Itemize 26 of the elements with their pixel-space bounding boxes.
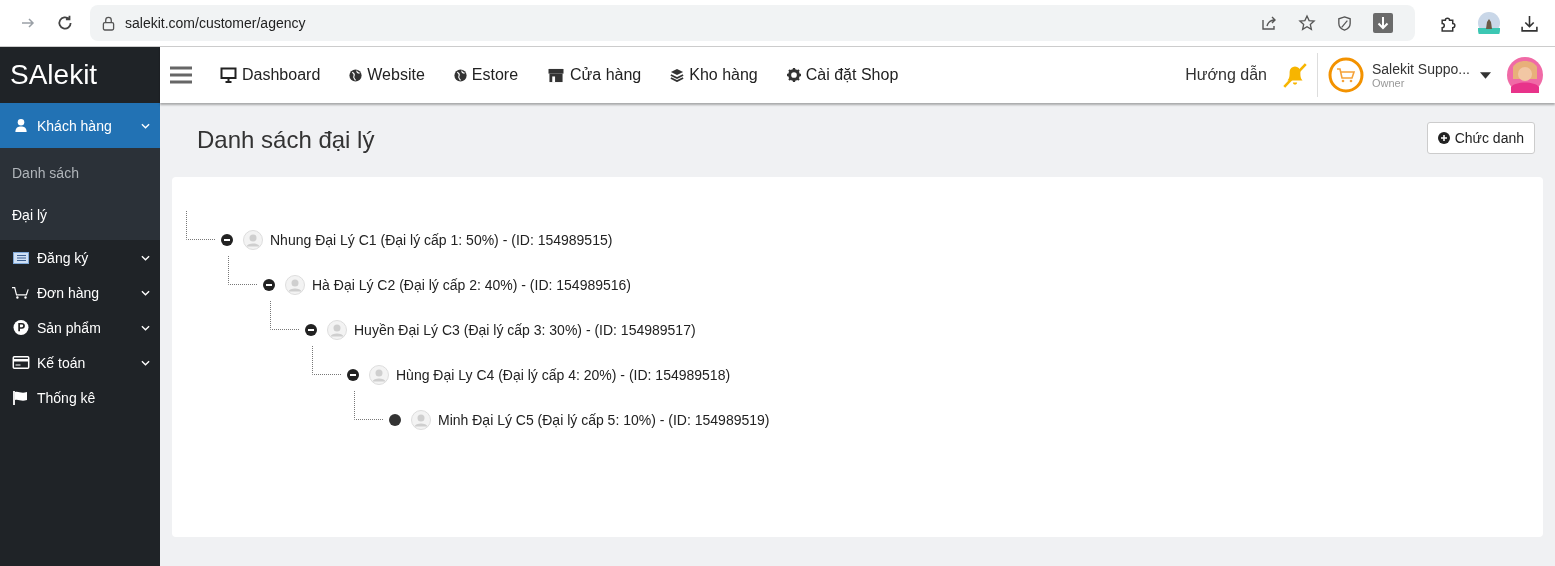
sidebar-subitem[interactable]: Đại lý xyxy=(0,194,160,236)
agent-label[interactable]: Hùng Đại Ly C4 (Đại lý cấp 4: 20%) - (ID: 154989518) xyxy=(396,367,731,383)
nav-link[interactable]: Estore xyxy=(453,66,519,84)
nav-link[interactable]: Cửa hàng xyxy=(547,66,642,84)
address-bar[interactable]: salekit.com/customer/agency xyxy=(90,5,1415,41)
guide-link[interactable]: Hướng dẫn xyxy=(1185,66,1267,84)
logo[interactable]: SAlekit xyxy=(0,47,160,103)
nav-link[interactable]: Website xyxy=(349,66,425,84)
sidebar-item[interactable]: Đăng ký xyxy=(0,240,160,275)
agent-label[interactable]: Minh Đại Lý C5 (Đại lý cấp 5: 10%) - (ID: 154989519) xyxy=(438,412,770,428)
sidebar-item[interactable]: Đơn hàng xyxy=(0,275,160,310)
user-role: Owner xyxy=(1371,77,1406,89)
agent-label[interactable]: Huyền Đại Lý C3 (Đại lý cấp 3: 30%) - (ID: 154989517) xyxy=(354,322,696,338)
user-name[interactable]: Salekit Suppo... xyxy=(1371,61,1470,77)
sidebar-item[interactable]: Khách hàng xyxy=(0,103,160,148)
sidebar-item[interactable]: Sản phẩm xyxy=(0,310,160,345)
add-title-button[interactable]: Chức danh xyxy=(1426,122,1535,154)
sidebar-item[interactable]: Kế toán xyxy=(0,345,160,380)
nav-link[interactable]: Dashboard xyxy=(220,66,321,84)
page-title: Danh sách đại lý xyxy=(197,126,375,154)
nav-link[interactable]: Cài đặt Shop xyxy=(786,66,899,84)
sidebar-subitem[interactable]: Danh sách xyxy=(0,152,160,194)
agent-label[interactable]: Hà Đại Lý C2 (Đại lý cấp 2: 40%) - (ID: 154989516) xyxy=(312,277,632,293)
sidebar-item[interactable]: Thống kê xyxy=(0,380,160,415)
nav-link[interactable]: Kho hàng xyxy=(670,66,758,84)
agent-label[interactable]: Nhung Đại Lý C1 (Đại lý cấp 1: 50%) - (ID: 154989515) xyxy=(270,232,613,248)
